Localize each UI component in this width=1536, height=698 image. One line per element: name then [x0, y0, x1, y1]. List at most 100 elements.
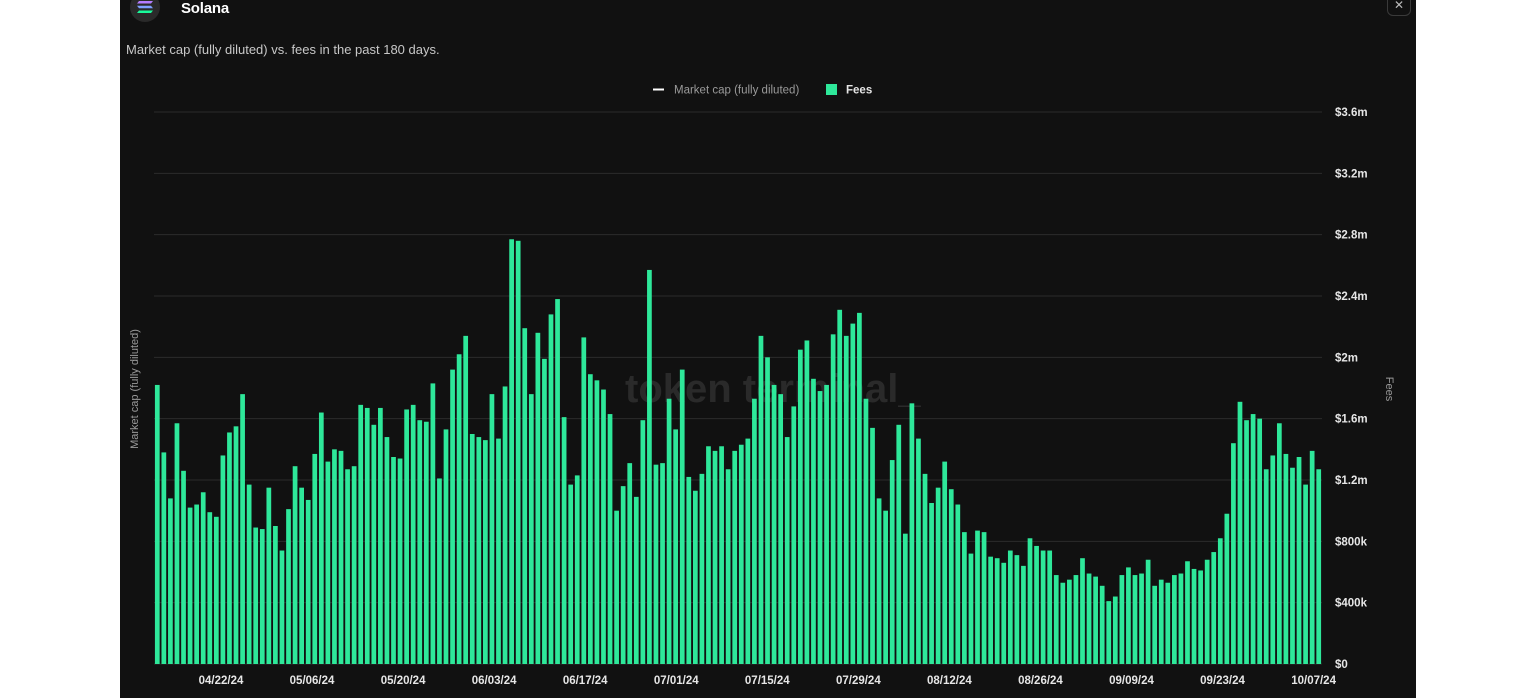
fees-bar — [850, 323, 856, 664]
fees-bar — [299, 487, 305, 664]
fees-bar — [962, 532, 967, 664]
fees-bar — [1178, 573, 1184, 664]
fees-bar — [981, 532, 987, 664]
y-axis-right-label: Fees — [1383, 377, 1395, 402]
fees-bar — [1067, 579, 1072, 664]
fees-bar — [765, 357, 770, 664]
fees-bar — [378, 407, 383, 664]
x-tick-label: 04/22/24 — [199, 675, 244, 687]
fees-bar — [811, 378, 816, 664]
fees-bar — [706, 446, 711, 664]
fees-bar — [896, 424, 902, 664]
fees-bar — [561, 417, 567, 664]
fees-bar — [1021, 565, 1026, 664]
fees-bar — [305, 499, 311, 664]
fees-bar — [975, 530, 980, 664]
x-tick-label: 06/17/24 — [563, 675, 608, 687]
fees-bar — [1099, 585, 1105, 664]
fees-bar — [292, 466, 298, 664]
fees-bar — [994, 558, 1000, 664]
fees-bar — [1007, 550, 1013, 664]
fees-bar — [1290, 467, 1295, 664]
fees-bar — [1198, 570, 1203, 664]
fees-bar — [1217, 538, 1223, 664]
fees-bar — [752, 398, 757, 664]
x-tick-label: 08/26/24 — [1018, 675, 1063, 687]
fees-bar — [535, 332, 541, 664]
fees-bar — [423, 421, 429, 664]
fees-bar — [968, 553, 974, 664]
fees-bar — [332, 449, 337, 664]
fees-bar — [456, 354, 462, 664]
fees-bar — [318, 412, 324, 664]
fees-bar — [358, 404, 364, 664]
fees-bar — [627, 463, 633, 664]
fees-bar — [1257, 418, 1263, 664]
fees-bar — [837, 309, 843, 664]
fees-bar — [213, 516, 219, 664]
fees-bar — [233, 426, 239, 664]
fees-bar — [673, 429, 679, 664]
fees-bar — [1204, 559, 1210, 664]
y-tick-label: $3.6m — [1335, 107, 1368, 119]
fees-bar — [758, 335, 764, 664]
y-tick-label: $3.2m — [1335, 168, 1368, 180]
fees-bar — [1303, 484, 1308, 664]
fees-bar — [371, 424, 377, 664]
fees-bar — [1119, 575, 1125, 664]
fees-bar — [1034, 545, 1039, 664]
fees-bar — [345, 469, 350, 664]
fees-bar — [679, 369, 685, 664]
fees-bar — [666, 398, 672, 664]
fees-bar — [647, 269, 652, 664]
fees-bar — [338, 450, 344, 664]
fees-bar — [857, 312, 862, 664]
fees-bar — [194, 504, 200, 664]
fees-bar — [259, 529, 265, 664]
y-tick-label: $1.2m — [1335, 475, 1368, 487]
fees-bar — [1270, 455, 1276, 664]
fees-bar — [227, 432, 232, 664]
y-axis-left-label: Market cap (fully diluted) — [129, 329, 141, 449]
fees-bar — [1158, 579, 1164, 664]
fees-bar — [614, 510, 619, 664]
fees-bar — [555, 299, 560, 664]
fees-bar — [633, 496, 639, 664]
fees-bar — [417, 420, 423, 664]
fees-bar — [266, 487, 272, 664]
fees-bar — [469, 434, 475, 664]
fees-bar — [1296, 457, 1302, 664]
fees-bar — [1171, 575, 1177, 664]
fees-bar — [1283, 453, 1289, 664]
fees-bar — [1231, 443, 1236, 664]
x-tick-label: 05/20/24 — [381, 675, 426, 687]
fees-bar — [1073, 575, 1079, 664]
fees-bar — [922, 473, 928, 664]
x-tick-label: 10/07/24 — [1291, 675, 1336, 687]
fees-bar — [509, 239, 514, 664]
fees-bar — [574, 475, 580, 664]
x-tick-label: 07/15/24 — [745, 675, 790, 687]
fees-bar — [581, 337, 587, 664]
fees-bar — [489, 394, 495, 664]
fees-bar — [594, 380, 600, 664]
fees-bar — [568, 484, 574, 664]
fees-bar — [745, 438, 751, 664]
fees-bar — [1040, 550, 1046, 664]
y-tick-label: $2m — [1335, 352, 1358, 364]
fees-bar — [1276, 423, 1282, 664]
fees-bar — [312, 453, 318, 664]
fees-bar — [154, 384, 160, 664]
chart-panel: Solana ✕ Market cap (fully diluted) vs. … — [120, 0, 1416, 698]
fees-bar — [607, 414, 613, 664]
fees-bar — [883, 510, 889, 664]
fees-bar — [161, 452, 167, 664]
fees-bar — [1053, 575, 1059, 664]
fees-bar — [640, 420, 646, 664]
fees-bar — [240, 394, 245, 664]
x-tick-label: 05/06/24 — [290, 675, 335, 687]
fees-bar — [738, 444, 744, 664]
fees-bar — [916, 438, 921, 664]
fees-bar — [725, 469, 731, 664]
fees-bar — [1047, 550, 1053, 664]
